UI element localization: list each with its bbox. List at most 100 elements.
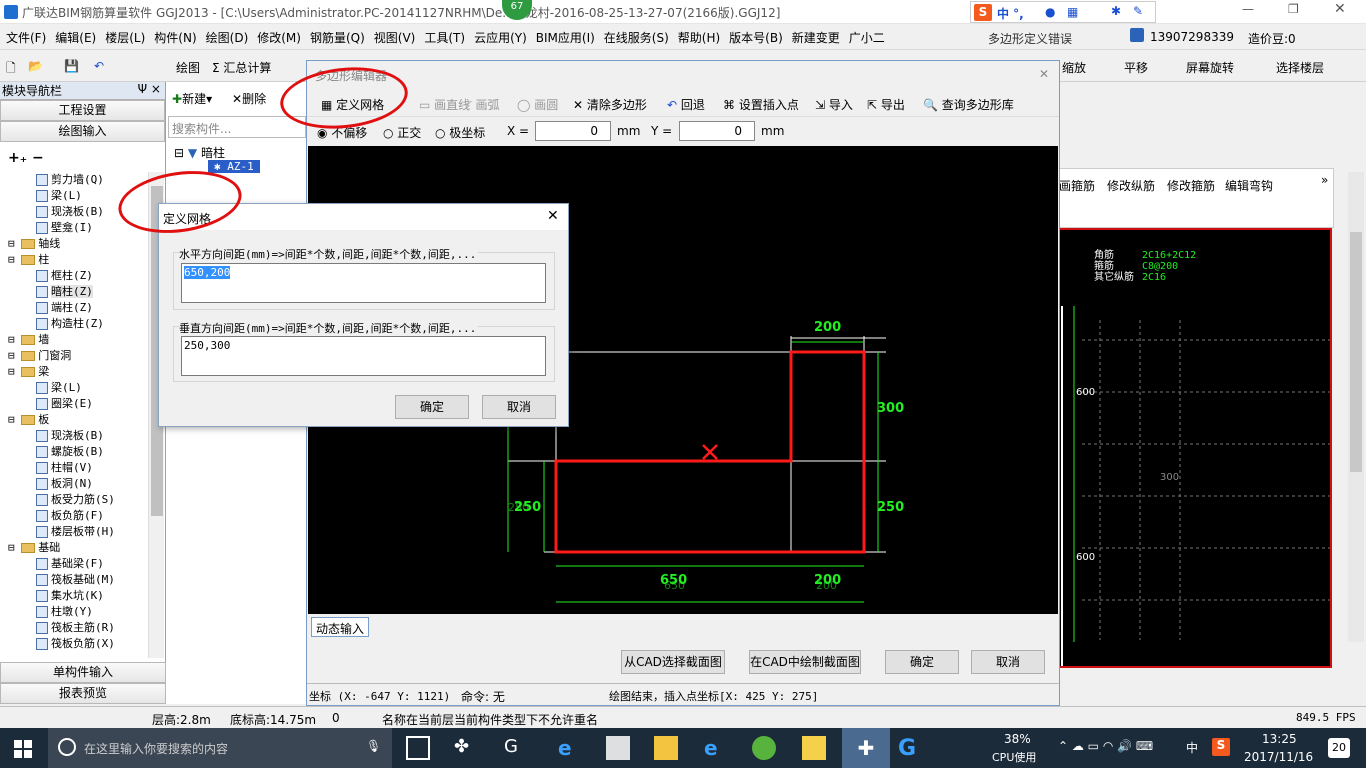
tree-expander-icon[interactable]: ⊟: [8, 413, 21, 426]
menu-file[interactable]: 文件(F): [6, 29, 46, 46]
pan-button[interactable]: 平移: [1124, 59, 1148, 76]
polygon-cancel-button[interactable]: 取消: [971, 650, 1045, 674]
tree-item[interactable]: 筏板主筋(R): [36, 620, 115, 636]
menu-version[interactable]: 版本号(B): [729, 29, 783, 46]
tree-item[interactable]: 圈梁(E): [36, 396, 93, 412]
ie-icon[interactable]: e: [704, 736, 728, 760]
tab-report-preview[interactable]: 报表预览: [0, 683, 166, 704]
tree-item[interactable]: 板洞(N): [36, 476, 93, 492]
tree-item[interactable]: 现浇板(B): [36, 428, 104, 444]
tree-item[interactable]: 剪力墙(Q): [36, 172, 104, 188]
import-button[interactable]: ⇲ 导入: [815, 96, 853, 113]
search-input[interactable]: 搜索构件...: [168, 116, 306, 138]
explorer-icon[interactable]: [654, 736, 678, 760]
save-icon[interactable]: 💾: [64, 59, 79, 73]
delete-button[interactable]: ✕删除: [232, 90, 266, 107]
export-button[interactable]: ⇱ 导出: [867, 96, 905, 113]
tree-item[interactable]: 基础梁(F): [36, 556, 104, 572]
draw-in-cad-button[interactable]: 在CAD中绘制截面图: [749, 650, 861, 674]
rotate-button[interactable]: 屏幕旋转: [1186, 59, 1234, 76]
menu-modify[interactable]: 修改(M): [257, 29, 301, 46]
tree-item[interactable]: 端柱(Z): [36, 300, 93, 316]
vertical-spacing-input[interactable]: 250,300: [181, 336, 546, 376]
tree-item[interactable]: 壁龛(I): [36, 220, 93, 236]
undo-icon[interactable]: ↶: [94, 59, 104, 73]
tab-modify-stirrup[interactable]: 修改箍筋: [1167, 177, 1215, 194]
notification-badge[interactable]: 20: [1328, 738, 1350, 758]
tree-expander-icon[interactable]: ⊟: [8, 365, 21, 378]
input-language[interactable]: 中: [1186, 739, 1198, 756]
tree-folder[interactable]: ⊟ 柱: [8, 252, 49, 268]
store-icon[interactable]: [606, 736, 630, 760]
menu-floor[interactable]: 楼层(L): [105, 29, 145, 46]
tab-single-component[interactable]: 单构件输入: [0, 662, 166, 683]
open-icon[interactable]: 📂: [28, 59, 43, 73]
polygon-ok-button[interactable]: 确定: [885, 650, 959, 674]
clear-polygon-button[interactable]: ✕ 清除多边形: [573, 96, 647, 113]
grid-ok-button[interactable]: 确定: [395, 395, 469, 419]
microphone-icon[interactable]: 🎙: [366, 739, 381, 753]
app-g-icon[interactable]: G: [504, 736, 528, 760]
menu-draw[interactable]: 绘图(D): [206, 29, 249, 46]
menu-rebar[interactable]: 钢筋量(Q): [310, 29, 365, 46]
tree-node-az1[interactable]: ✱ AZ-1: [208, 160, 260, 173]
tree-item[interactable]: 框柱(Z): [36, 268, 93, 284]
new-button[interactable]: ✚新建▾: [172, 90, 212, 107]
menu-tools[interactable]: 工具(T): [424, 29, 465, 46]
edge-icon[interactable]: e: [558, 736, 582, 760]
tab-draw-stirrup[interactable]: 画箍筋: [1059, 177, 1095, 194]
tab-project-settings[interactable]: 工程设置: [0, 100, 165, 121]
taskbar-search-box[interactable]: 在这里输入你要搜索的内容 🎙: [48, 728, 392, 768]
task-view-icon[interactable]: [406, 736, 430, 760]
tree-folder[interactable]: ⊟ 门窗洞: [8, 348, 71, 364]
select-floor-button[interactable]: 选择楼层: [1276, 59, 1324, 76]
dynamic-input-tab[interactable]: 动态输入: [311, 617, 370, 637]
tab-edit-hook[interactable]: 编辑弯钩: [1225, 177, 1273, 194]
tree-expander-icon[interactable]: ⊟: [8, 253, 21, 266]
new-file-icon[interactable]: 🗋: [6, 59, 16, 80]
sogou-tray-icon[interactable]: S: [1212, 738, 1230, 756]
rollback-button[interactable]: ↶ 回退: [667, 96, 705, 113]
tree-folder[interactable]: ⊟ 基础: [8, 540, 60, 556]
grid-cancel-button[interactable]: 取消: [482, 395, 556, 419]
close-button[interactable]: ✕: [1334, 1, 1346, 17]
y-input[interactable]: 0: [679, 121, 755, 141]
menu-cloud[interactable]: 云应用(Y): [474, 29, 527, 46]
tree-folder[interactable]: ⊟ 轴线: [8, 236, 60, 252]
more-chevron-icon[interactable]: »: [1321, 173, 1328, 187]
tree-item[interactable]: 集水坑(K): [36, 588, 104, 604]
menu-online[interactable]: 在线服务(S): [604, 29, 669, 46]
mic-icon[interactable]: ●: [1045, 5, 1055, 19]
x-input[interactable]: 0: [535, 121, 611, 141]
glodon-g-icon[interactable]: G: [898, 736, 922, 761]
tree-item[interactable]: 板负筋(F): [36, 508, 104, 524]
select-from-cad-button[interactable]: 从CAD选择截面图: [621, 650, 725, 674]
tree-item[interactable]: 构造柱(Z): [36, 316, 104, 332]
zoom-button[interactable]: 缩放: [1062, 59, 1086, 76]
glodon-app-icon[interactable]: ✚: [842, 728, 890, 768]
restore-button[interactable]: ❐: [1288, 2, 1299, 16]
dialog-close-icon[interactable]: ✕: [547, 208, 559, 224]
ime-toolbar[interactable]: S 中 °, ● ▦ ✱ ✎: [970, 1, 1156, 23]
tree-expander-icon[interactable]: ⊟: [8, 333, 21, 346]
tab-modify-long-bar[interactable]: 修改纵筋: [1107, 177, 1155, 194]
tree-item[interactable]: 梁(L): [36, 188, 82, 204]
keyboard-icon[interactable]: ▦: [1067, 5, 1078, 19]
menu-bim[interactable]: BIM应用(I): [536, 29, 595, 46]
radio-orthogonal[interactable]: ○ 正交: [383, 124, 421, 141]
fan-app-icon[interactable]: ✤: [454, 736, 478, 760]
notes-icon[interactable]: [802, 736, 826, 760]
minimize-button[interactable]: —: [1242, 2, 1254, 16]
draw-button[interactable]: 绘图: [176, 59, 200, 76]
tree-item[interactable]: 现浇板(B): [36, 204, 104, 220]
set-insert-point-button[interactable]: ⌘ 设置插入点: [723, 96, 799, 113]
tree-folder[interactable]: ⊟ 梁: [8, 364, 49, 380]
query-library-button[interactable]: 🔍 查询多边形库: [923, 96, 1014, 113]
sum-button[interactable]: Σ 汇总计算: [212, 59, 271, 76]
wrench-icon[interactable]: ✎: [1133, 4, 1143, 18]
tree-folder[interactable]: ⊟ 板: [8, 412, 49, 428]
tree-node-hidden-column[interactable]: ⊟ ▼ 暗柱: [174, 144, 225, 161]
polygon-close-button[interactable]: ✕: [1039, 67, 1049, 81]
menu-new-change[interactable]: 新建变更: [792, 29, 840, 46]
pin-icon[interactable]: Ψ ×: [138, 82, 161, 96]
